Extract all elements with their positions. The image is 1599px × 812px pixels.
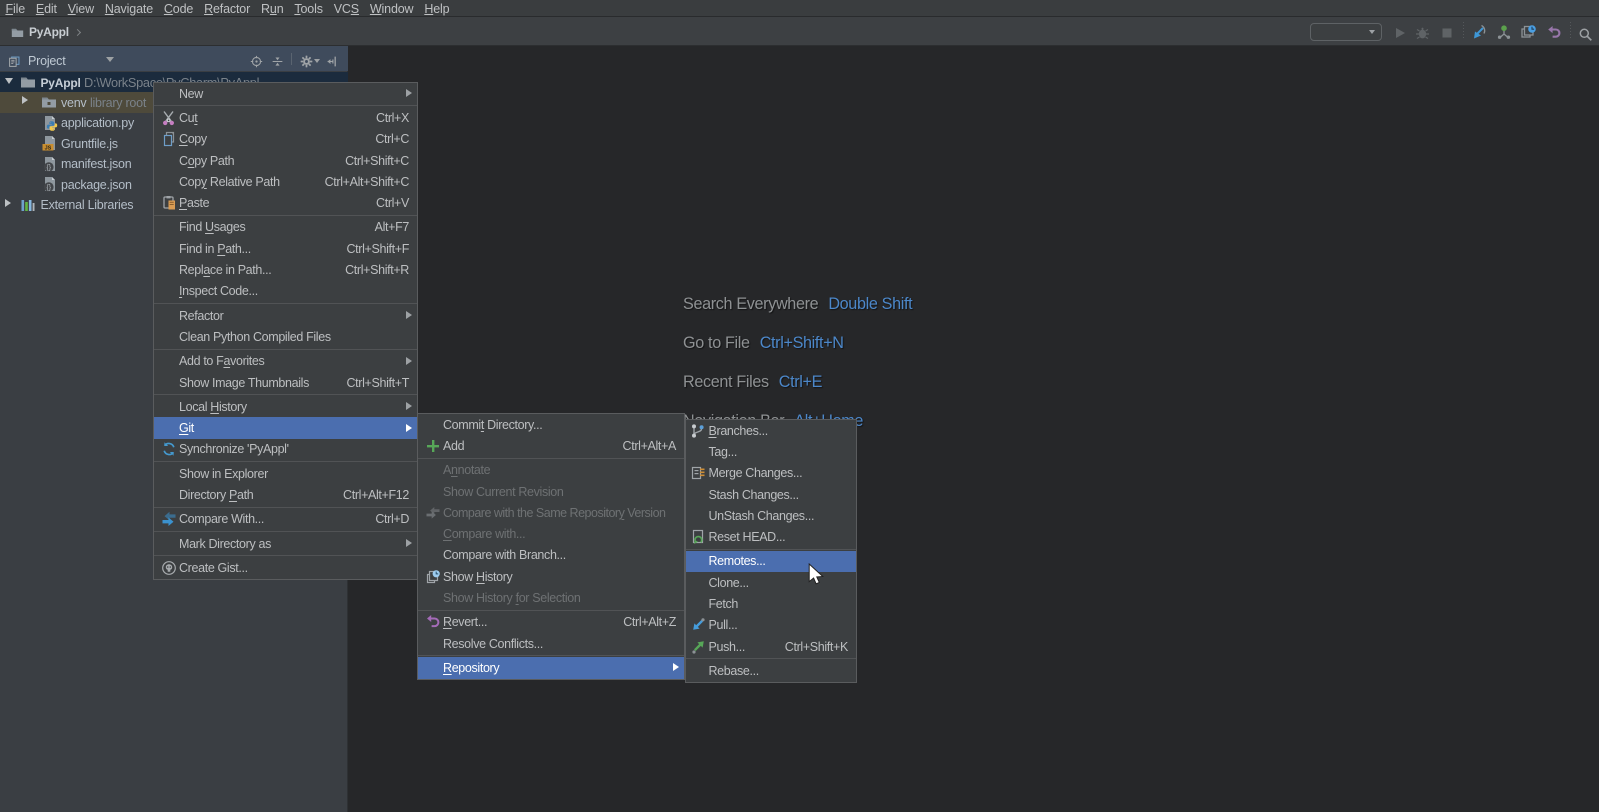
svg-text:JS: JS bbox=[45, 146, 52, 152]
svg-text:{}: {} bbox=[46, 164, 51, 171]
svg-text:{}: {} bbox=[46, 185, 51, 192]
